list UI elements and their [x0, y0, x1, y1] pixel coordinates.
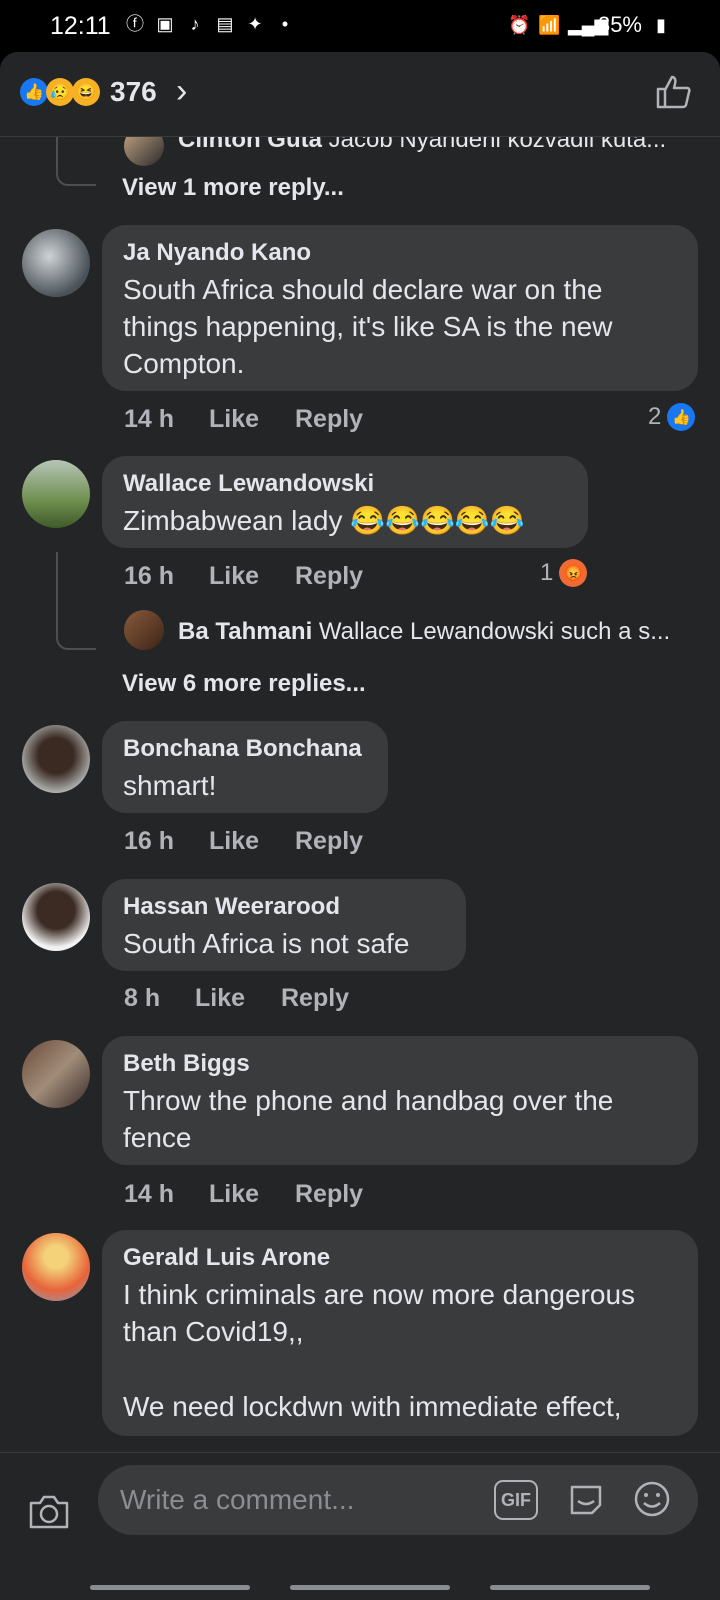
chevron-right-icon[interactable]: › — [176, 72, 187, 111]
gif-button[interactable]: GIF — [494, 1480, 538, 1520]
calendar-24-icon: ▣ — [156, 14, 174, 34]
comment-composer: Write a comment... GIF — [0, 1452, 720, 1600]
reply-button[interactable]: Reply — [295, 827, 363, 856]
comment-timestamp: 14 h — [124, 405, 175, 433]
comment-list: Clinton Guta Jacob Nyandeni kozvadii kut… — [0, 52, 720, 1452]
reply-author[interactable]: Ba Tahmani — [178, 618, 312, 645]
avatar[interactable] — [22, 883, 90, 951]
like-reaction-icon: 👍 — [667, 403, 696, 431]
reaction-badge-count: 1 — [540, 559, 554, 586]
tiktok-icon: ♪ — [190, 14, 200, 34]
reply-button[interactable]: Reply — [295, 405, 363, 434]
avatar[interactable] — [22, 1040, 90, 1108]
comment-text: Throw the phone and handbag over the fen… — [123, 1085, 614, 1153]
avatar[interactable] — [22, 1233, 90, 1301]
reply-button[interactable]: Reply — [295, 1180, 363, 1209]
avatar[interactable] — [124, 610, 164, 650]
view-more-replies-link[interactable]: View 1 more reply... — [122, 174, 344, 202]
like-reaction-icon: 👍 — [20, 78, 48, 106]
alarm-icon: ⏰ — [507, 15, 531, 35]
comment-text: shmart! — [123, 770, 217, 801]
comment-text-line: We need lockdwn with immediate effect, — [123, 1391, 622, 1422]
view-more-replies-link[interactable]: View 6 more replies... — [122, 670, 366, 698]
sticker-icon[interactable] — [566, 1479, 606, 1519]
like-button[interactable]: Like — [209, 562, 259, 591]
reply-text: Wallace Lewandowski such a s... — [318, 618, 671, 645]
thumbs-up-icon[interactable] — [654, 72, 694, 112]
comment-text: Zimbabwean lady 😂😂😂😂😂 — [123, 505, 525, 536]
comment-timestamp: 16 h — [124, 562, 175, 590]
reaction-badge-count: 2 — [648, 403, 662, 430]
battery-icon: ▮ — [656, 15, 666, 35]
reply-button[interactable]: Reply — [281, 984, 349, 1013]
like-button[interactable]: Like — [209, 405, 259, 434]
twitter-icon: ✦ — [247, 14, 263, 34]
avatar[interactable] — [22, 725, 90, 793]
reaction-badge[interactable]: 2 👍 — [648, 403, 696, 431]
comment-text-line: I think criminals are now more dangerous… — [123, 1279, 636, 1347]
comment-timestamp: 8 h — [124, 984, 161, 1012]
comment-author[interactable]: Ja Nyando Kano — [123, 239, 311, 267]
comment-timestamp: 16 h — [124, 827, 175, 855]
reaction-badge[interactable]: 1 😡 — [540, 559, 588, 587]
comment-bubble[interactable]: Gerald Luis Arone I think criminals are … — [102, 1230, 698, 1436]
comment-bubble[interactable]: Wallace Lewandowski Zimbabwean lady 😂😂😂😂… — [102, 456, 588, 548]
comment-author[interactable]: Hassan Weerarood — [123, 893, 340, 921]
comments-panel: 👍 😥 😆 376 › Clinton Guta Jacob Nyandeni … — [0, 52, 720, 1600]
system-icons: ⏰ 📶 ▂▄▆ 35% ▮ — [508, 12, 672, 38]
comment-input-placeholder: Write a comment... — [120, 1484, 355, 1515]
avatar[interactable] — [22, 229, 90, 297]
photo-icon: ▤ — [216, 14, 234, 34]
reaction-summary-header[interactable]: 👍 😥 😆 376 › — [0, 52, 720, 137]
comment-bubble[interactable]: Ja Nyando Kano South Africa should decla… — [102, 225, 698, 391]
haha-reaction-icon: 😆 — [72, 78, 100, 106]
reply-button[interactable]: Reply — [295, 562, 363, 591]
facebook-icon: ⓕ — [126, 14, 144, 34]
comment-text: South Africa should declare war on the t… — [123, 274, 613, 379]
angry-reaction-icon: 😡 — [559, 559, 588, 587]
navigation-bar — [0, 1582, 720, 1600]
reaction-count[interactable]: 376 — [110, 76, 157, 108]
notification-icons: ⓕ ▣ ♪ ▤ ✦ • — [124, 13, 296, 35]
comment-timestamp: 14 h — [124, 1180, 175, 1208]
comment-author[interactable]: Beth Biggs — [123, 1050, 250, 1078]
thread-connector — [56, 136, 96, 186]
comment-author[interactable]: Wallace Lewandowski — [123, 470, 374, 498]
comment-author[interactable]: Gerald Luis Arone — [123, 1244, 330, 1272]
wifi-icon: 📶 — [537, 15, 561, 35]
battery-percent: 35% — [597, 12, 642, 37]
comment-input[interactable]: Write a comment... GIF — [98, 1465, 698, 1535]
comment-author[interactable]: Bonchana Bonchana — [123, 735, 362, 763]
emoji-icon[interactable] — [632, 1479, 672, 1519]
nav-handle[interactable] — [90, 1585, 250, 1590]
reply-preview[interactable]: Ba Tahmani Wallace Lewandowski such a s.… — [178, 618, 698, 646]
nav-handle[interactable] — [290, 1585, 450, 1590]
sad-reaction-icon: 😥 — [46, 78, 74, 106]
nav-handle[interactable] — [490, 1585, 650, 1590]
status-time: 12:11 — [50, 12, 111, 40]
status-bar: 12:11 ⓕ ▣ ♪ ▤ ✦ • ⏰ 📶 ▂▄▆ 35% ▮ — [0, 0, 720, 52]
signal-icon: ▂▄▆ — [567, 15, 609, 35]
comment-text: South Africa is not safe — [123, 928, 410, 959]
thread-connector — [56, 552, 96, 650]
comment-bubble[interactable]: Hassan Weerarood South Africa is not saf… — [102, 879, 466, 971]
avatar[interactable] — [22, 460, 90, 528]
like-button[interactable]: Like — [209, 827, 259, 856]
camera-icon[interactable] — [27, 1491, 71, 1531]
comment-bubble[interactable]: Beth Biggs Throw the phone and handbag o… — [102, 1036, 698, 1165]
comment-bubble[interactable]: Bonchana Bonchana shmart! — [102, 721, 388, 813]
like-button[interactable]: Like — [209, 1180, 259, 1209]
like-button[interactable]: Like — [195, 984, 245, 1013]
dot-icon: • — [281, 14, 289, 34]
